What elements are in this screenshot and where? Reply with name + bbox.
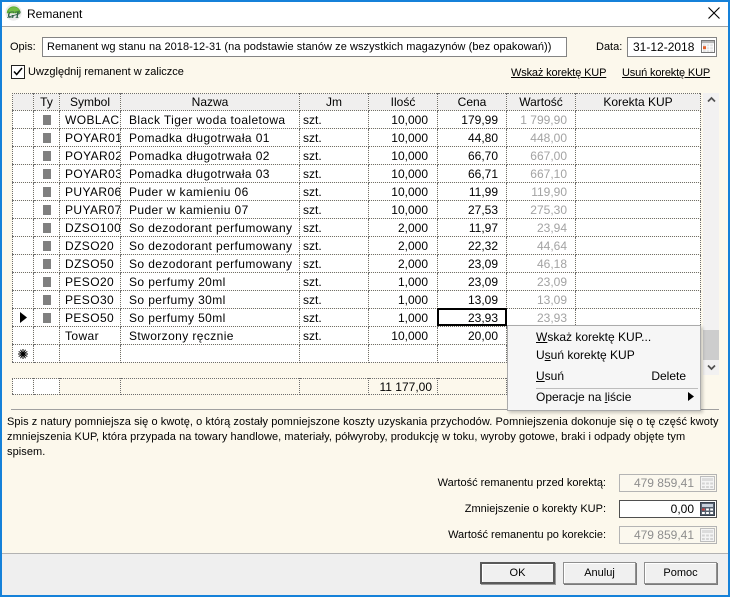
svg-text:GT: GT <box>8 11 22 21</box>
